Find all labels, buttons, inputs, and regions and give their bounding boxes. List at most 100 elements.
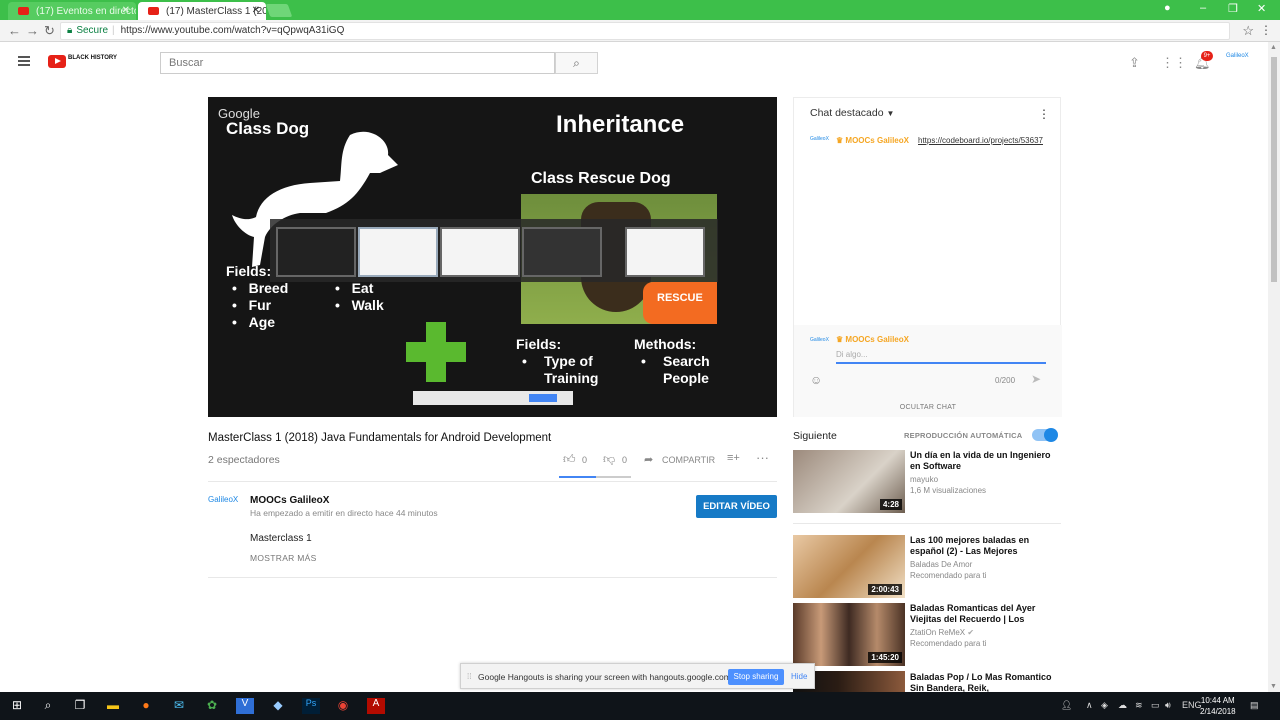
search-input[interactable]: Buscar: [160, 52, 555, 74]
browser-tab-masterclass[interactable]: (17) MasterClass 1 (2018 ✕: [138, 2, 266, 20]
recommended-title[interactable]: Un día en la vida de un Ingeniero en Sof…: [910, 450, 1060, 472]
slide-method-walk: • Walk: [335, 297, 384, 313]
edit-video-button[interactable]: EDITAR VÍDEO: [696, 495, 777, 518]
search-button[interactable]: ⌕: [555, 52, 598, 74]
volume-icon[interactable]: 🔊︎: [1165, 700, 1171, 711]
windows-start-icon[interactable]: ⊞: [8, 698, 26, 714]
video-thumbnail[interactable]: 4:28: [793, 450, 905, 513]
chevron-down-icon: ▼: [886, 109, 895, 118]
drag-handle-icon[interactable]: ⁞⁞: [467, 672, 471, 681]
page-scrollbar[interactable]: ▲ ▼: [1268, 42, 1280, 692]
photoshop-icon[interactable]: Ps: [302, 698, 320, 714]
like-icon[interactable]: 👍︎: [563, 452, 576, 467]
close-window-icon[interactable]: ✕: [1257, 2, 1266, 15]
hide-chat-button[interactable]: OCULTAR CHAT: [794, 404, 1062, 411]
scroll-up-icon[interactable]: ▲: [1270, 44, 1277, 51]
account-avatar[interactable]: GalileoX: [1226, 53, 1249, 60]
show-more-link[interactable]: MOSTRAR MÁS: [250, 553, 317, 563]
game-app-icon[interactable]: ◆: [269, 698, 287, 714]
guide-menu-icon[interactable]: [18, 56, 30, 68]
address-bar[interactable]: 🔒︎ Secure | https://www.youtube.com/watch?v…: [60, 22, 1230, 40]
battery-icon[interactable]: ▭: [1151, 700, 1160, 711]
share-button[interactable]: COMPARTIR: [662, 455, 715, 465]
more-actions-icon[interactable]: ···: [756, 450, 769, 465]
video-thumbnail[interactable]: 2:00:43: [793, 535, 905, 598]
apps-grid-icon[interactable]: ⋮⋮: [1161, 55, 1187, 71]
recommended-title[interactable]: Baladas Pop / Lo Mas Romantico Sin Bande…: [910, 672, 1060, 692]
scrollbar-thumb[interactable]: [1271, 57, 1277, 282]
profile-icon[interactable]: ●: [1164, 2, 1171, 14]
browser-tab-eventos[interactable]: (17) Eventos en directo - ✕: [8, 2, 136, 20]
wifi-icon[interactable]: ≋: [1135, 700, 1143, 711]
bookmark-star-icon[interactable]: ☆: [1242, 23, 1254, 39]
recommended-video[interactable]: 4:28 Un día en la vida de un Ingeniero e…: [793, 450, 1061, 514]
add-to-playlist-icon[interactable]: ≡+: [727, 452, 740, 464]
recommended-channel[interactable]: ZtatiOn ReMeX ✔: [910, 628, 974, 637]
autoplay-toggle[interactable]: [1032, 428, 1058, 442]
back-icon[interactable]: ←: [8, 23, 21, 38]
video-duration: 2:00:43: [868, 584, 902, 595]
vscode-icon[interactable]: V: [236, 698, 254, 714]
email-app-icon[interactable]: ✉: [170, 698, 188, 714]
chat-message-input[interactable]: Di algo...: [836, 350, 1046, 364]
hide-notice-button[interactable]: Hide: [791, 672, 807, 681]
recommended-channel[interactable]: mayuko: [910, 475, 938, 484]
notification-count-badge: 9+: [1201, 51, 1213, 61]
recommended-video[interactable]: 2:00:43 Las 100 mejores baladas en españ…: [793, 535, 1061, 599]
file-explorer-icon[interactable]: ▬: [104, 698, 122, 714]
window-thumbnail[interactable]: [625, 227, 705, 277]
minimize-icon[interactable]: –: [1200, 2, 1206, 14]
close-tab-icon[interactable]: ✕: [252, 5, 260, 16]
window-thumbnail[interactable]: [440, 227, 520, 277]
youtube-logo-icon[interactable]: [48, 55, 66, 68]
close-tab-icon[interactable]: ✕: [122, 5, 130, 16]
task-view-icon[interactable]: ❐: [71, 698, 89, 714]
slide-method-eat: • Eat: [335, 280, 374, 296]
chat-mode-dropdown[interactable]: Chat destacado ▼: [810, 107, 894, 119]
doodle-logo-text[interactable]: BLACK HISTORY: [68, 55, 117, 61]
chrome-icon[interactable]: ◉: [334, 698, 352, 714]
chat-menu-icon[interactable]: ⋮: [1038, 107, 1050, 121]
recommended-video[interactable]: 1:45:20 Baladas Romanticas del Ayer Viej…: [793, 603, 1061, 667]
browser-tabstrip: (17) Eventos en directo - ✕ (17) MasterC…: [0, 0, 1280, 20]
channel-avatar[interactable]: GalileoX: [208, 495, 242, 525]
language-indicator[interactable]: ENG: [1182, 700, 1202, 710]
search-icon[interactable]: ⌕: [39, 698, 57, 714]
channel-name[interactable]: MOOCs GalileoX: [250, 495, 329, 506]
chat-message-avatar: GalileoX: [810, 136, 829, 142]
tray-app-icon[interactable]: ◈: [1101, 700, 1108, 711]
cloud-icon[interactable]: ☁: [1118, 700, 1127, 711]
reload-icon[interactable]: ↻: [44, 23, 55, 39]
action-center-icon[interactable]: ▤: [1250, 700, 1259, 711]
acrobat-icon[interactable]: A: [367, 698, 385, 714]
forward-icon[interactable]: →: [26, 23, 39, 38]
recommended-title[interactable]: Baladas Romanticas del Ayer Viejitas del…: [910, 603, 1060, 625]
firefox-icon[interactable]: ●: [137, 698, 155, 714]
window-thumbnail[interactable]: [276, 227, 356, 277]
dislike-icon[interactable]: 👎︎: [603, 452, 615, 467]
new-tab-button[interactable]: [265, 4, 293, 17]
upload-icon[interactable]: ⇪: [1129, 55, 1140, 71]
browser-toolbar: ← → ↻ 🔒︎ Secure | https://www.youtube.com/w…: [0, 20, 1280, 42]
scroll-down-icon[interactable]: ▼: [1270, 683, 1277, 690]
taskbar-clock[interactable]: 10:44 AM 2/14/2018: [1200, 695, 1236, 717]
color-app-icon[interactable]: ✿: [203, 698, 221, 714]
browser-menu-icon[interactable]: ⋮: [1260, 23, 1272, 37]
sentiment-bar: [559, 476, 631, 478]
recommended-channel[interactable]: Baladas De Amor: [910, 560, 972, 569]
share-icon[interactable]: ➦: [644, 453, 653, 466]
send-icon[interactable]: ➤: [1031, 372, 1041, 386]
video-player[interactable]: Google Class Dog Inheritance Class Rescu…: [208, 97, 777, 417]
tray-chevron-icon[interactable]: ∧: [1086, 700, 1093, 711]
video-thumbnail[interactable]: 1:45:20: [793, 603, 905, 666]
chat-message-link[interactable]: https://codeboard.io/projects/53637: [836, 136, 1043, 146]
recommended-title[interactable]: Las 100 mejores baladas en español (2) -…: [910, 535, 1060, 557]
like-count: 0: [582, 455, 588, 465]
window-thumbnail[interactable]: [358, 227, 438, 277]
people-icon[interactable]: 👤︎: [1061, 700, 1072, 711]
stop-sharing-button[interactable]: Stop sharing: [728, 669, 784, 685]
emoji-icon[interactable]: ☺: [810, 373, 822, 387]
recommended-video[interactable]: Baladas Pop / Lo Mas Romantico Sin Bande…: [793, 671, 1061, 692]
window-thumbnail[interactable]: [522, 227, 602, 277]
maximize-icon[interactable]: ❐: [1228, 2, 1238, 15]
